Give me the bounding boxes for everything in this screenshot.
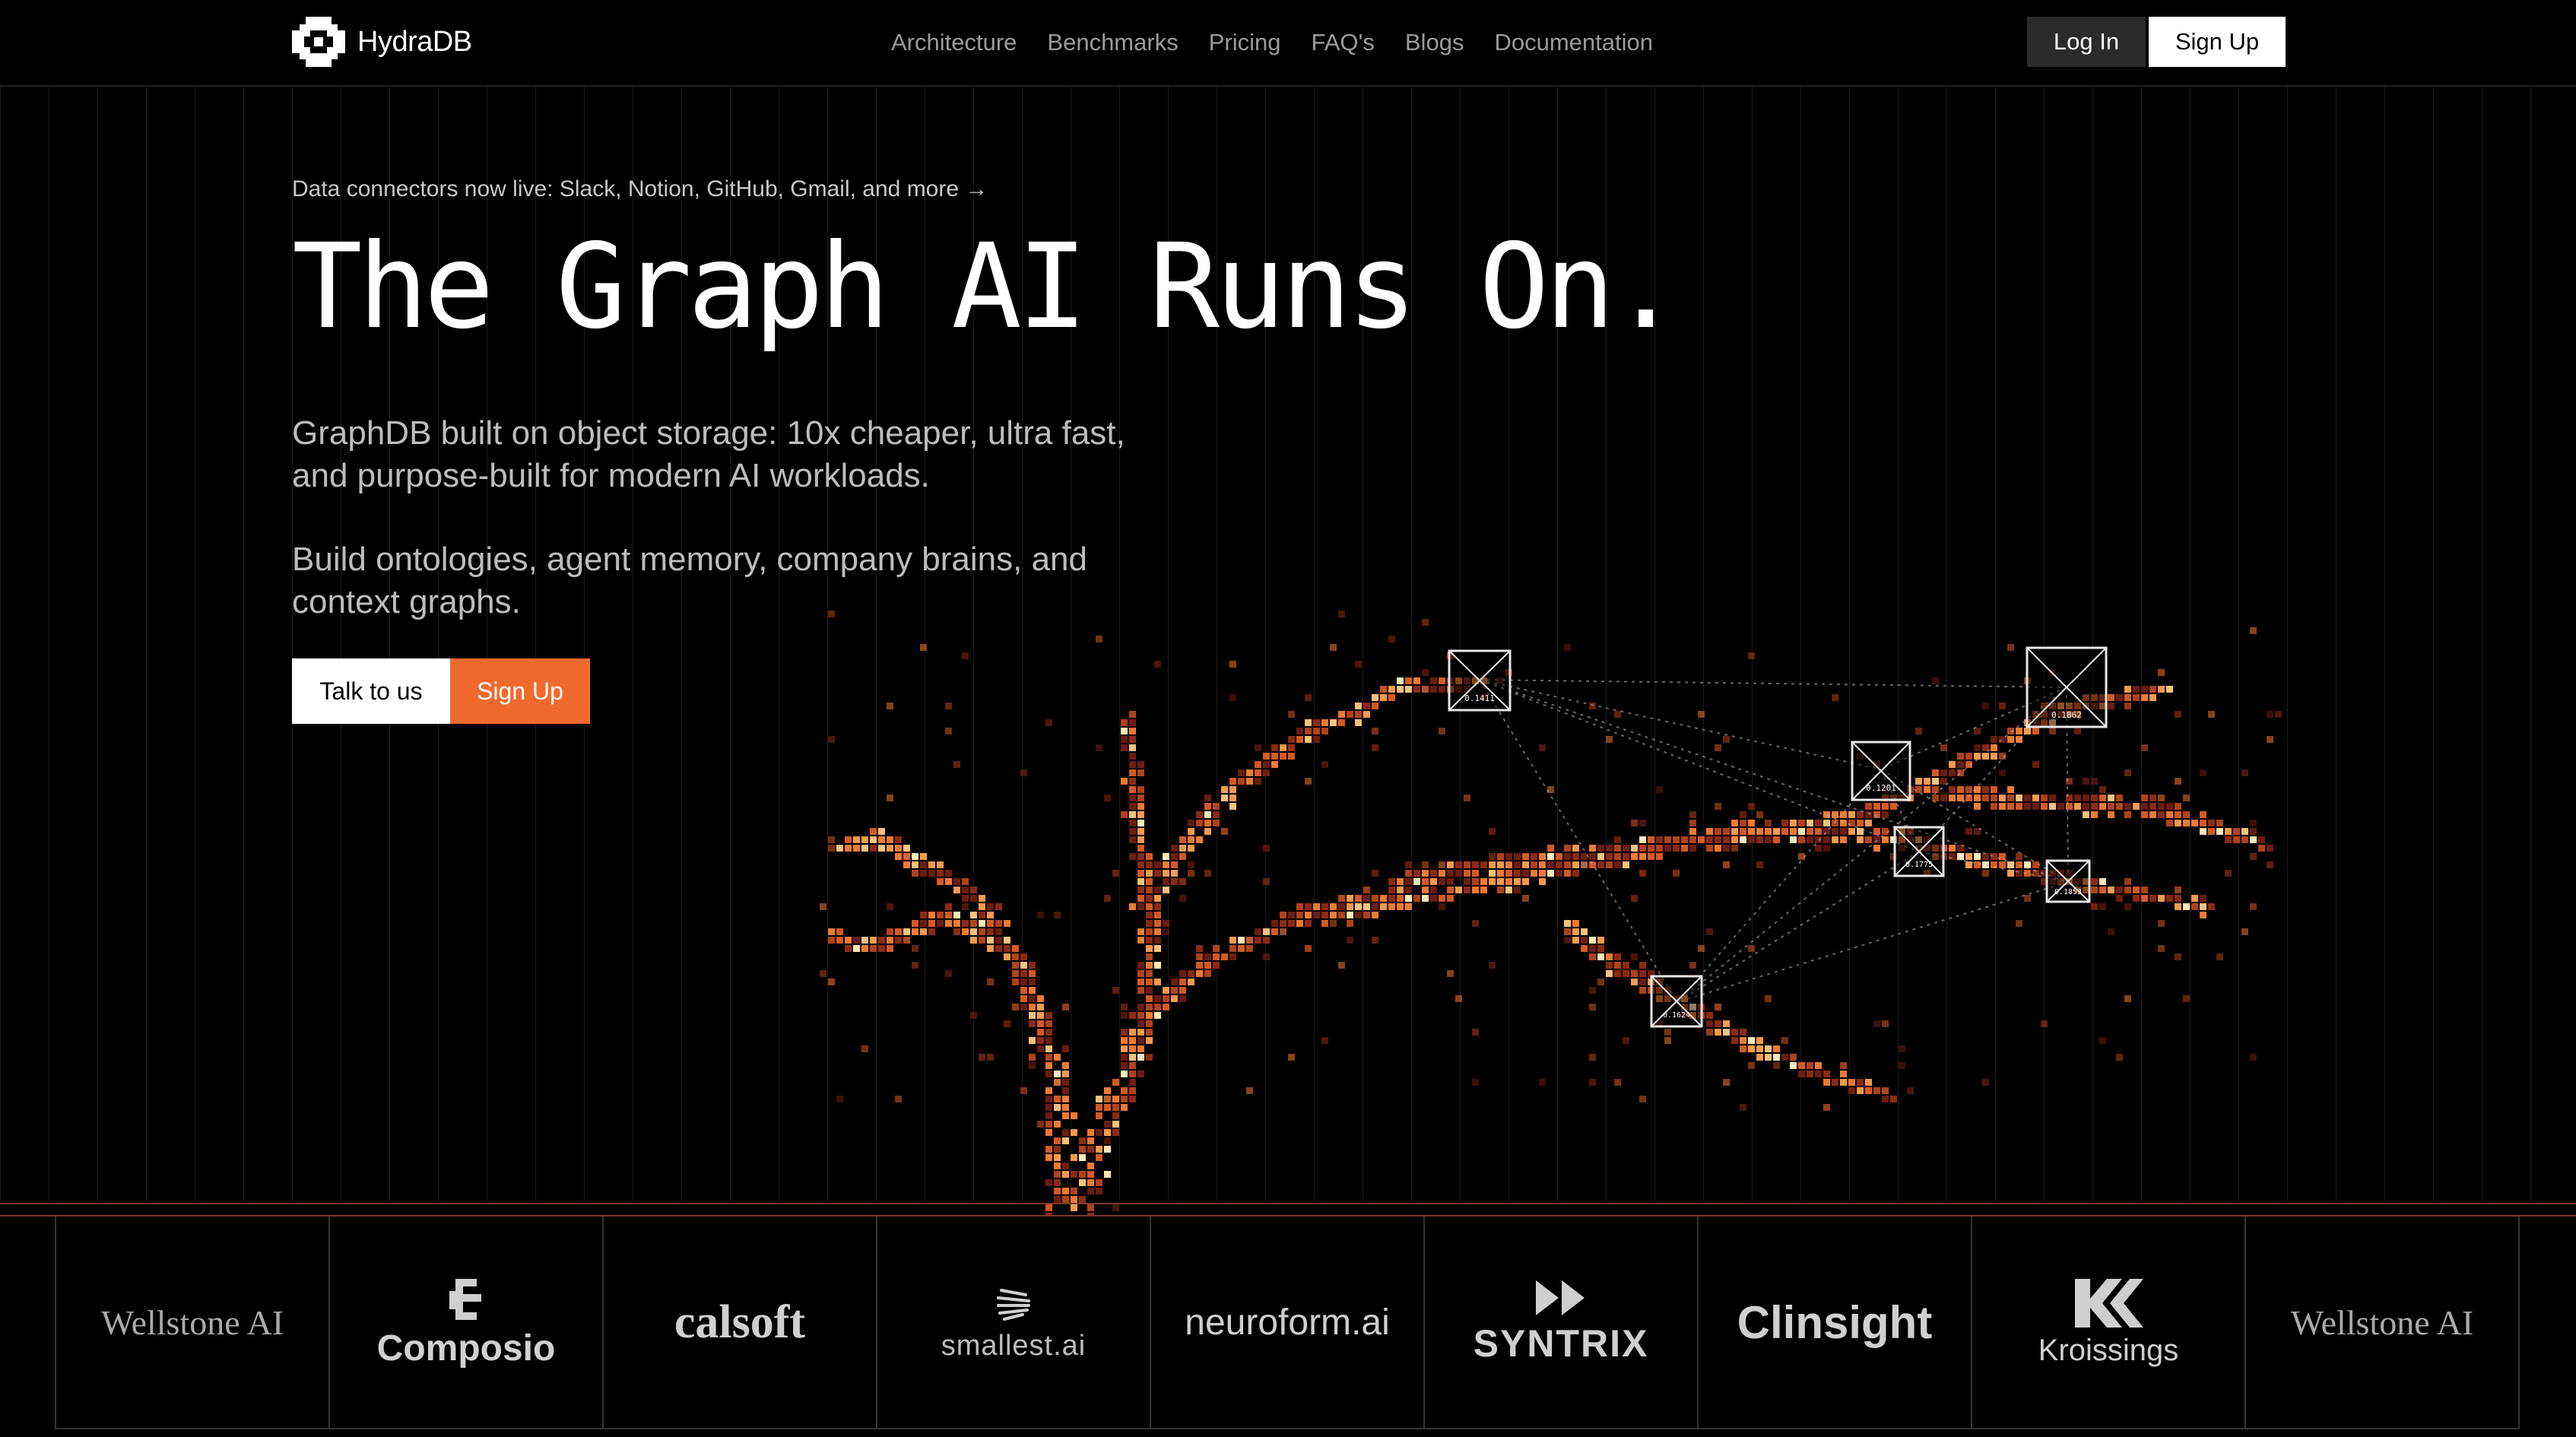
graph-node-1[interactable]: 0.1411: [1448, 649, 1512, 712]
graph-edges: [1479, 679, 2069, 1003]
graph-node-label: 0.1853: [2054, 888, 2082, 896]
nav-faqs[interactable]: FAQ's: [1311, 29, 1374, 56]
login-button[interactable]: Log In: [2027, 17, 2146, 67]
hydradb-logo-icon: [292, 17, 345, 67]
nav-pricing[interactable]: Pricing: [1209, 29, 1281, 56]
graph-node-3[interactable]: 0.1201: [1851, 741, 1911, 801]
graph-node-label: 0.1411: [1464, 693, 1495, 703]
smallest-ai-icon: [997, 1288, 1030, 1321]
customer-name: Wellstone AI: [100, 1302, 284, 1342]
customer-logo-kroissings[interactable]: Kroissings: [1972, 1217, 2246, 1428]
customer-logo-calsoft[interactable]: calsoft: [604, 1217, 877, 1428]
brand-name: HydraDB: [357, 25, 472, 58]
customer-name: smallest.ai: [941, 1329, 1087, 1362]
tree-pixels: [820, 611, 2282, 1217]
customer-name: Wellstone AI: [2290, 1302, 2474, 1342]
customer-name: calsoft: [674, 1296, 806, 1348]
customer-logo-smallest[interactable]: smallest.ai: [877, 1217, 1151, 1428]
hero-description-2: Build ontologies, agent memory, company …: [292, 541, 1087, 620]
top-nav: HydraDB Architecture Benchmarks Pricing …: [0, 0, 2576, 87]
customer-logo-clinsight[interactable]: Clinsight: [1699, 1217, 1972, 1428]
graph-node-6[interactable]: 0.1624: [1650, 975, 1703, 1028]
graph-node-4[interactable]: 0.1775: [1893, 826, 1945, 877]
graph-node-5[interactable]: 0.1853: [2045, 859, 2091, 903]
graph-node-label: 0.1624: [1663, 1011, 1690, 1020]
brand-logo[interactable]: HydraDB: [292, 17, 472, 67]
customer-name: Composio: [376, 1328, 556, 1369]
announcement-link[interactable]: Data connectors now live: Slack, Notion,…: [292, 176, 988, 202]
customer-logo-wellstone-2[interactable]: Wellstone AI: [2246, 1217, 2520, 1428]
graph-node-2[interactable]: 0.1862: [2026, 646, 2108, 728]
nav-benchmarks[interactable]: Benchmarks: [1047, 29, 1178, 56]
customer-name: SYNTRIX: [1473, 1322, 1649, 1365]
customer-logo-strip: Wellstone AI Composio calsoft smallest.a…: [55, 1217, 2520, 1429]
hero-description-1: GraphDB built on object storage: 10x che…: [292, 414, 1125, 494]
divider-line: [0, 1203, 2576, 1204]
auth-buttons: Log In Sign Up: [2027, 17, 2286, 67]
hero-headline: The Graph AI Runs On.: [292, 219, 1681, 355]
nav-blogs[interactable]: Blogs: [1405, 29, 1464, 56]
customer-name: neuroform.ai: [1185, 1302, 1390, 1343]
customer-logo-neuroform[interactable]: neuroform.ai: [1151, 1217, 1425, 1428]
main-menu: Architecture Benchmarks Pricing FAQ's Bl…: [891, 0, 1653, 85]
graph-node-label: 0.1862: [2051, 710, 2082, 720]
customer-name: Kroissings: [2038, 1333, 2179, 1367]
composio-icon: [449, 1278, 481, 1320]
talk-to-us-button[interactable]: Talk to us: [292, 658, 450, 724]
nav-documentation[interactable]: Documentation: [1494, 29, 1653, 56]
kroissings-k-icon: [2075, 1278, 2143, 1328]
graph-node-label: 0.1775: [1905, 861, 1933, 869]
customer-name: Clinsight: [1737, 1296, 1933, 1348]
syntrix-fast-forward-icon: [1536, 1280, 1585, 1315]
signup-hero-button[interactable]: Sign Up: [450, 658, 590, 724]
graph-node-label: 0.1201: [1866, 783, 1896, 793]
hero-cta-group: Talk to us Sign Up: [292, 658, 590, 724]
nav-architecture[interactable]: Architecture: [891, 29, 1017, 56]
signup-nav-button[interactable]: Sign Up: [2149, 17, 2286, 67]
customer-logo-syntrix[interactable]: SYNTRIX: [1425, 1217, 1699, 1428]
customer-logo-composio[interactable]: Composio: [330, 1217, 604, 1428]
customer-logo-wellstone[interactable]: Wellstone AI: [56, 1217, 330, 1428]
